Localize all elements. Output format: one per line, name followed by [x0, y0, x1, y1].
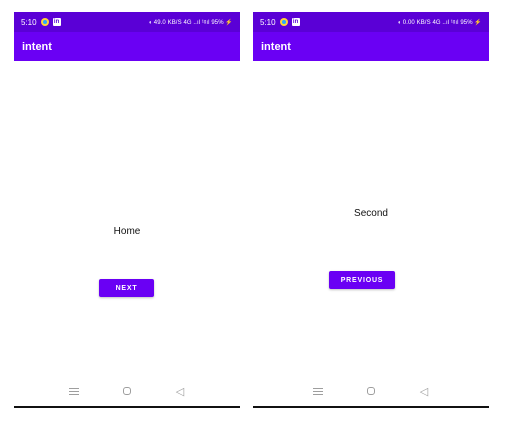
app-bar: intent: [253, 32, 489, 61]
menu-icon: [69, 387, 79, 395]
back-icon: ◁: [419, 385, 429, 398]
notification-dot-icon: [40, 18, 49, 26]
home-button[interactable]: [345, 387, 398, 395]
back-button[interactable]: ◁: [154, 385, 207, 398]
phone-screen-second: 5:10 in ◖ 0.00 KB/S 4G ..ıl ¹ᵍıl 95% ⚡ i…: [253, 12, 489, 408]
home-text: Home: [113, 226, 141, 237]
status-time: 5:10: [260, 17, 276, 27]
back-icon: ◁: [175, 385, 185, 398]
screen-bottom-divider: [14, 406, 240, 408]
linkedin-icon: in: [52, 18, 61, 26]
navigation-bar: ◁: [14, 384, 240, 398]
status-bar: 5:10 in ◖ 49.0 KB/S 4G ..ıl ¹ᵍıl 95% ⚡: [14, 12, 240, 32]
next-button[interactable]: NEXT: [99, 279, 154, 297]
status-right: ◖ 49.0 KB/S 4G ..ıl ¹ᵍıl 95% ⚡: [148, 19, 233, 26]
home-icon: [123, 387, 131, 395]
status-time: 5:10: [21, 17, 37, 27]
notification-dot-icon: [279, 18, 288, 26]
home-icon: [367, 387, 375, 395]
second-text: Second: [354, 208, 388, 219]
screen-bottom-divider: [253, 406, 489, 408]
linkedin-icon: in: [291, 18, 300, 26]
home-button[interactable]: [101, 387, 154, 395]
status-indicators: ◖ 49.0 KB/S 4G ..ıl ¹ᵍıl 95% ⚡: [148, 19, 233, 26]
phone-screen-home: 5:10 in ◖ 49.0 KB/S 4G ..ıl ¹ᵍıl 95% ⚡ i…: [14, 12, 240, 408]
menu-button[interactable]: [48, 387, 101, 395]
menu-icon: [313, 387, 323, 395]
status-left: 5:10 in: [21, 18, 61, 27]
status-right: ◖ 0.00 KB/S 4G ..ıl ¹ᵍıl 95% ⚡: [397, 19, 482, 26]
status-indicators: ◖ 0.00 KB/S 4G ..ıl ¹ᵍıl 95% ⚡: [397, 19, 482, 26]
navigation-bar: ◁: [253, 384, 489, 398]
status-left: 5:10 in: [260, 18, 300, 27]
app-bar: intent: [14, 32, 240, 61]
status-bar: 5:10 in ◖ 0.00 KB/S 4G ..ıl ¹ᵍıl 95% ⚡: [253, 12, 489, 32]
back-button[interactable]: ◁: [398, 385, 451, 398]
app-bar-title: intent: [261, 40, 291, 53]
menu-button[interactable]: [292, 387, 345, 395]
app-bar-title: intent: [22, 40, 52, 53]
previous-button[interactable]: PREVIOUS: [329, 271, 395, 289]
